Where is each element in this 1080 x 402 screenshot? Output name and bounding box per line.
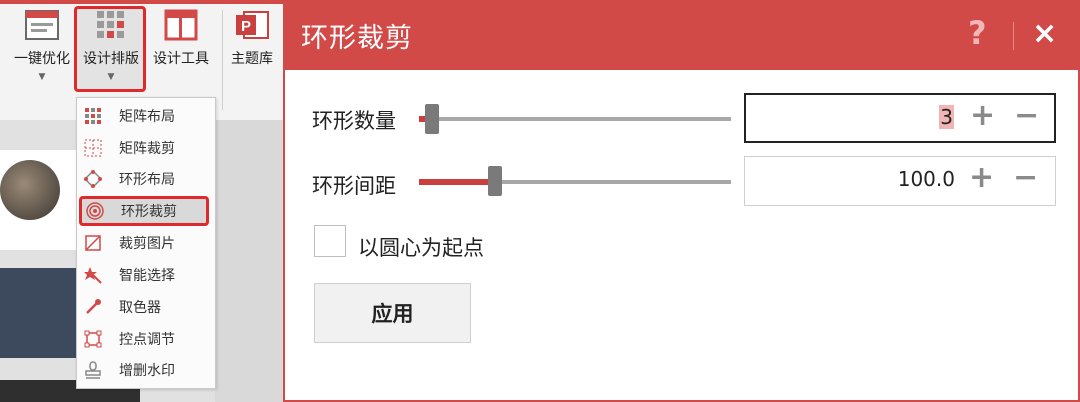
- ribbon-separator: [222, 10, 223, 110]
- menu-item-eyedropper[interactable]: 取色器: [77, 291, 215, 322]
- center-start-checkbox[interactable]: [314, 225, 346, 257]
- ribbon-button-label: 主题库: [231, 51, 273, 67]
- menu-item-label: 控点调节: [119, 331, 175, 348]
- ring-count-label: 环形数量: [312, 109, 396, 133]
- design-layout-menu: 矩阵布局 矩阵裁剪 环形布局 环形裁剪 裁剪图片 智能选择 取色器 控点调节 增…: [76, 97, 216, 389]
- ring-count-input[interactable]: 3 + −: [744, 93, 1056, 143]
- design-tools-button[interactable]: 设计工具: [148, 8, 214, 68]
- theme-library-button[interactable]: P 主题库: [226, 8, 278, 68]
- help-icon[interactable]: ?: [968, 14, 987, 52]
- menu-item-label: 取色器: [119, 299, 161, 316]
- matrix-crop-icon: [83, 138, 103, 158]
- menu-item-label: 环形布局: [119, 171, 175, 188]
- ribbon-button-label: 设计排版: [83, 51, 139, 67]
- menu-item-smart-select[interactable]: 智能选择: [77, 259, 215, 290]
- crop-image-icon: [83, 233, 103, 253]
- menu-item-matrix-crop[interactable]: 矩阵裁剪: [77, 132, 215, 163]
- ring-spacing-input[interactable]: 100.0 + −: [744, 156, 1056, 206]
- menu-item-label: 环形裁剪: [121, 204, 177, 220]
- menu-item-ring-layout[interactable]: 环形布局: [77, 163, 215, 194]
- ring-count-plus-button[interactable]: +: [970, 101, 995, 131]
- slide-image-circle: [0, 160, 60, 220]
- svg-text:P: P: [241, 18, 251, 35]
- titlebar-separator: [1013, 22, 1014, 50]
- ring-count-slider-thumb[interactable]: [425, 104, 439, 134]
- one-click-optimize-icon: [24, 8, 60, 42]
- menu-item-label: 增删水印: [119, 362, 175, 379]
- slide-thumbnail[interactable]: [0, 268, 80, 358]
- matrix-layout-icon: [83, 106, 103, 126]
- ribbon-accent-strip: [0, 0, 290, 4]
- ring-layout-icon: [83, 169, 103, 189]
- menu-item-label: 智能选择: [119, 267, 175, 284]
- smart-select-icon: [83, 265, 103, 285]
- one-click-optimize-button[interactable]: 一键优化 ▼: [8, 8, 76, 82]
- menu-item-watermark[interactable]: 增删水印: [77, 354, 215, 385]
- dialog-title: 环形裁剪: [301, 23, 413, 54]
- ribbon-button-label: 设计工具: [153, 51, 209, 67]
- ring-count-value: 3: [939, 105, 954, 129]
- ring-spacing-label: 环形间距: [312, 174, 396, 198]
- ring-spacing-plus-button[interactable]: +: [969, 163, 994, 193]
- ribbon-button-label: 一键优化: [14, 51, 70, 67]
- menu-item-ring-crop[interactable]: 环形裁剪: [79, 196, 209, 226]
- menu-item-label: 裁剪图片: [119, 235, 175, 252]
- menu-item-label: 矩阵裁剪: [119, 140, 175, 157]
- ring-spacing-slider-thumb[interactable]: [488, 166, 502, 196]
- watermark-icon: [83, 360, 103, 380]
- menu-item-matrix-layout[interactable]: 矩阵布局: [77, 100, 215, 131]
- close-icon[interactable]: ×: [1032, 16, 1057, 51]
- design-layout-icon: [93, 8, 129, 42]
- powerpoint-icon: P: [234, 8, 270, 42]
- eyedropper-icon: [83, 297, 103, 317]
- ring-spacing-slider-fill: [419, 179, 488, 185]
- editor-pane-edge: [215, 120, 283, 402]
- menu-item-crop-image[interactable]: 裁剪图片: [77, 227, 215, 258]
- handle-adjust-icon: [83, 329, 103, 349]
- dialog-titlebar[interactable]: 环形裁剪 ? ×: [285, 2, 1078, 70]
- design-tools-icon: [163, 8, 199, 42]
- design-layout-button[interactable]: 设计排版 ▼: [76, 8, 146, 82]
- menu-item-handle-adjust[interactable]: 控点调节: [77, 323, 215, 354]
- chevron-down-icon: ▼: [107, 72, 115, 82]
- menu-item-label: 矩阵布局: [119, 108, 175, 125]
- center-start-label: 以圆心为起点: [358, 236, 484, 260]
- ring-count-slider-track[interactable]: [421, 117, 731, 121]
- ring-spacing-value: 100.0: [897, 167, 955, 191]
- apply-button[interactable]: 应用: [314, 283, 471, 343]
- ring-count-minus-button[interactable]: −: [1014, 101, 1039, 131]
- ring-crop-dialog: 环形裁剪 ? × 环形数量 3 + − 环形间距 100.0 + − 以圆心为起…: [283, 0, 1080, 402]
- ring-spacing-minus-button[interactable]: −: [1013, 163, 1038, 193]
- ring-crop-icon: [85, 201, 105, 221]
- chevron-down-icon: ▼: [38, 72, 46, 82]
